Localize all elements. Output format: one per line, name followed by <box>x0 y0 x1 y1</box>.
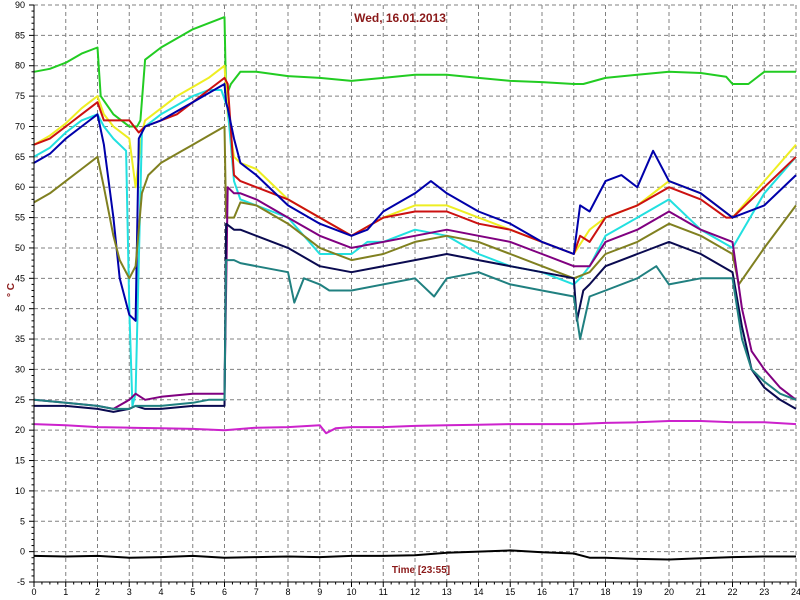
x-tick-label: 21 <box>696 587 706 597</box>
x-tick-label: 18 <box>600 587 610 597</box>
x-tick-label: 16 <box>537 587 547 597</box>
x-tick-label: 8 <box>285 587 290 597</box>
x-tick-label: 1 <box>63 587 68 597</box>
x-axis-label: Time [23:55] <box>392 565 450 576</box>
y-tick-label: 75 <box>15 91 25 101</box>
x-tick-label: 3 <box>127 587 132 597</box>
x-tick-label: 12 <box>410 587 420 597</box>
chart-background <box>0 0 800 600</box>
y-tick-label: 10 <box>15 486 25 496</box>
x-tick-label: 17 <box>569 587 579 597</box>
x-tick-label: 9 <box>317 587 322 597</box>
chart-title: Wed, 16.01.2013 <box>354 11 446 25</box>
y-tick-label: 5 <box>20 516 25 526</box>
x-tick-label: 14 <box>473 587 483 597</box>
y-tick-label: 55 <box>15 213 25 223</box>
x-tick-label: 6 <box>222 587 227 597</box>
y-tick-label: 35 <box>15 334 25 344</box>
y-tick-label: -5 <box>17 577 25 587</box>
y-tick-label: 65 <box>15 152 25 162</box>
y-tick-label: 45 <box>15 273 25 283</box>
y-tick-label: 25 <box>15 395 25 405</box>
x-tick-label: 23 <box>759 587 769 597</box>
y-tick-label: 85 <box>15 30 25 40</box>
y-axis-label: ° C <box>6 283 17 297</box>
x-tick-label: 7 <box>254 587 259 597</box>
x-tick-label: 13 <box>442 587 452 597</box>
y-tick-label: 70 <box>15 121 25 131</box>
temperature-chart: 0 1 2 3 4 5 6 7 8 9 10 11 12 13 14 15 16 17 18 19 20 21 22 23 24… <box>0 0 800 600</box>
x-tick-label: 19 <box>632 587 642 597</box>
x-tick-label: 15 <box>505 587 515 597</box>
y-tick-label: 80 <box>15 61 25 71</box>
x-tick-label: 2 <box>95 587 100 597</box>
y-tick-label: 0 <box>20 547 25 557</box>
y-tick-label: 90 <box>15 0 25 10</box>
x-tick-label: 20 <box>664 587 674 597</box>
x-tick-label: 4 <box>158 587 163 597</box>
x-tick-label: 10 <box>346 587 356 597</box>
x-tick-label: 22 <box>727 587 737 597</box>
y-tick-label: 40 <box>15 304 25 314</box>
x-tick-label: 24 <box>791 587 800 597</box>
y-tick-label: 15 <box>15 456 25 466</box>
x-tick-label: 5 <box>190 587 195 597</box>
x-tick-label: 0 <box>31 587 36 597</box>
y-tick-label: 30 <box>15 364 25 374</box>
y-tick-label: 50 <box>15 243 25 253</box>
y-tick-label: 20 <box>15 425 25 435</box>
y-tick-label: 60 <box>15 182 25 192</box>
x-tick-label: 11 <box>379 587 388 597</box>
